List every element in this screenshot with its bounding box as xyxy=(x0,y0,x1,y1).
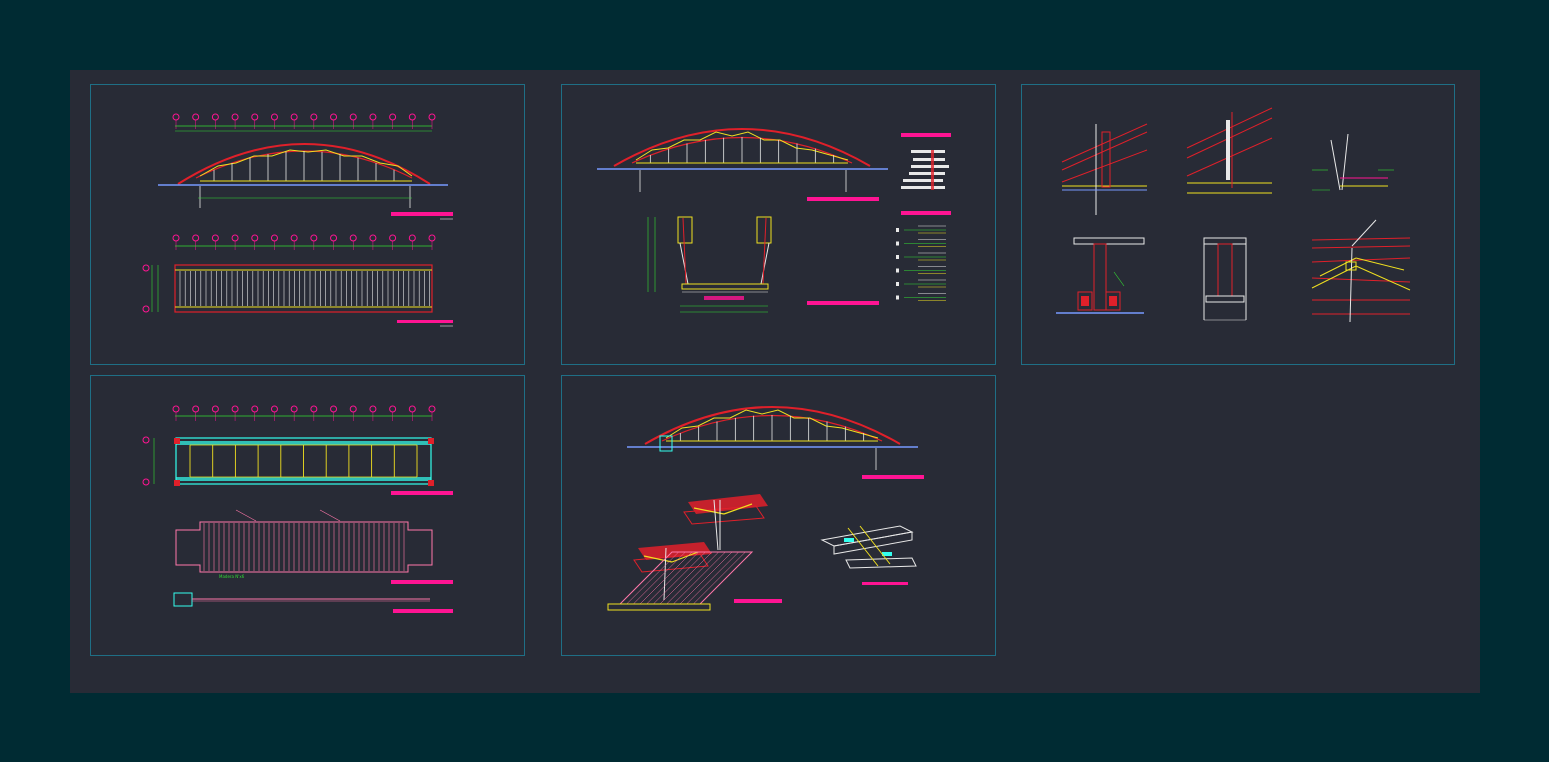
title-tag-plan xyxy=(397,320,453,323)
row-marker xyxy=(896,228,899,232)
row-marker xyxy=(896,241,899,246)
row-marker xyxy=(896,282,899,286)
planking-label: Madera N'x6 xyxy=(219,574,245,579)
row-marker xyxy=(896,268,899,273)
row-marker xyxy=(896,255,899,259)
title-tag-elevation xyxy=(391,212,453,216)
cad-drawing-canvas: Madera N'x6 xyxy=(70,70,1480,693)
planks xyxy=(203,523,405,571)
row-marker xyxy=(896,295,899,300)
